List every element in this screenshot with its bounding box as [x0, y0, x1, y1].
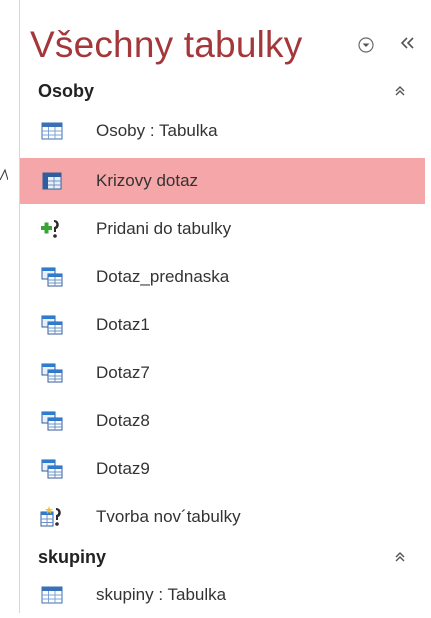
- table-icon: [41, 586, 63, 604]
- nav-item-label: Osoby : Tabulka: [96, 121, 218, 140]
- group-name: Osoby: [38, 80, 95, 101]
- nav-item-label: Dotaz9: [96, 459, 150, 478]
- caret-icon: [0, 168, 8, 180]
- navigation-pane-header: Všechny tabulky: [28, 14, 423, 76]
- nav-item-osoby-table[interactable]: Osoby : Tabulka: [20, 108, 425, 154]
- nav-item-dotaz9[interactable]: Dotaz9: [20, 446, 425, 492]
- append-query-icon: [41, 220, 59, 238]
- select-query-icon: [41, 315, 63, 335]
- circle-chevron-down-icon[interactable]: [358, 37, 374, 53]
- nav-item-label: Dotaz_prednaska: [96, 267, 230, 286]
- nav-item-krizovy-dotaz[interactable]: Krizovy dotaz: [20, 158, 425, 204]
- group-name: skupiny: [38, 546, 107, 567]
- double-chevron-up-icon[interactable]: [392, 549, 408, 565]
- select-query-icon: [41, 267, 63, 287]
- nav-item-label: Dotaz7: [96, 363, 150, 382]
- nav-item-tvorba-nove-tabulky[interactable]: Tvorba nov´tabulky: [20, 494, 425, 540]
- double-chevron-left-icon[interactable]: [398, 33, 418, 53]
- nav-item-dotaz1[interactable]: Dotaz1: [20, 302, 425, 348]
- nav-item-dotaz8[interactable]: Dotaz8: [20, 398, 425, 444]
- nav-item-pridani-do-tabulky[interactable]: Pridani do tabulky: [20, 206, 425, 252]
- nav-item-label: Dotaz1: [96, 315, 150, 334]
- nav-item-label: Dotaz8: [96, 411, 150, 430]
- pane-title[interactable]: Všechny tabulky: [30, 24, 302, 66]
- nav-item-label: Krizovy dotaz: [96, 171, 199, 190]
- make-table-query-icon: [40, 506, 61, 527]
- select-query-icon: [41, 459, 63, 479]
- select-query-icon: [41, 411, 63, 431]
- nav-item-label: skupiny : Tabulka: [96, 585, 227, 604]
- select-query-icon: [41, 363, 63, 383]
- nav-item-dotaz7[interactable]: Dotaz7: [20, 350, 425, 396]
- nav-item-label: Tvorba nov´tabulky: [96, 507, 241, 526]
- group-header-skupiny[interactable]: skupiny: [38, 542, 408, 572]
- nav-item-skupiny-table[interactable]: skupiny : Tabulka: [20, 572, 425, 618]
- table-icon: [41, 122, 63, 140]
- nav-item-label: Pridani do tabulky: [96, 219, 232, 238]
- double-chevron-up-icon[interactable]: [392, 83, 408, 99]
- group-header-osoby[interactable]: Osoby: [38, 76, 408, 106]
- crosstab-query-icon: [42, 172, 62, 190]
- nav-item-dotaz-prednaska[interactable]: Dotaz_prednaska: [20, 254, 425, 300]
